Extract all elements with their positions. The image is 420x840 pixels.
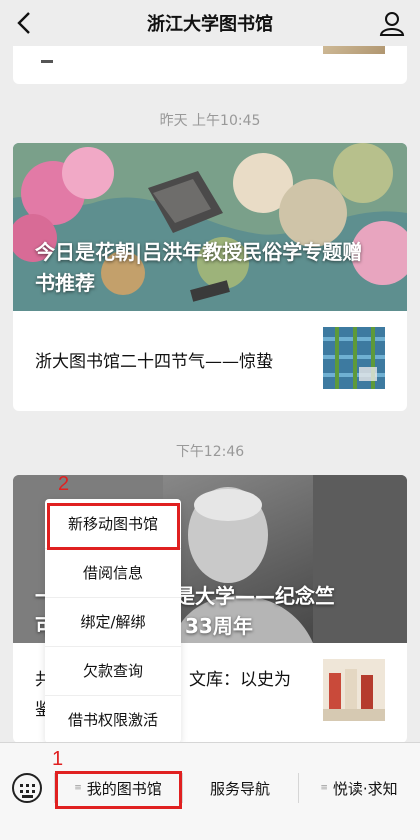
article-cover-image[interactable]: 今日是花朝|吕洪年教授民俗学专题赠书推荐 [13,143,407,311]
menu-item-borrowing-info[interactable]: 借阅信息 [45,548,181,596]
article-title: 今日是花朝|吕洪年教授民俗学专题赠书推荐 [35,240,363,295]
article-title-fragment: 文库：以史为 [189,670,291,690]
step-marker-1: 1 [52,748,64,770]
timestamp: 昨天 上午10:45 [159,113,261,129]
highlight-box-my-library [55,771,182,809]
menu-item-arrears-query[interactable]: 欠款查询 [45,646,181,694]
menu-item-borrow-permission-activation[interactable]: 借书权限激活 [45,695,181,743]
menu-lines-icon: ≡ [320,783,328,793]
step-marker-2: 2 [58,473,70,495]
article-card: 今日是花朝|吕洪年教授民俗学专题赠书推荐 浙大图书馆二十四节气——惊蛰 [13,143,407,411]
profile-icon[interactable] [378,9,406,37]
article-title-fragment: 33周年 [185,614,253,638]
menu-tab-reading[interactable]: ≡ 悦读·求知 [298,761,420,815]
menu-tab-label: 服务导航 [209,779,270,798]
article-thumbnail [323,659,385,721]
menu-item-bind-unbind[interactable]: 绑定/解绑 [45,597,181,645]
keyboard-icon[interactable] [12,773,42,803]
page-title: 浙江大学图书馆 [147,14,273,35]
divider [41,60,53,63]
menu-tab-label: 悦读·求知 [332,779,398,798]
top-nav-bar: 浙江大学图书馆 [0,0,420,46]
menu-tab-service-navigation[interactable]: 服务导航 [182,761,298,815]
article-list-item[interactable]: 浙大图书馆二十四节气——惊蛰 [13,311,407,411]
timestamp: 下午12:46 [175,444,245,460]
article-title: 浙大图书馆二十四节气——惊蛰 [35,352,273,372]
article-thumbnail [323,327,385,389]
highlight-box-new-mobile-library [47,503,180,550]
